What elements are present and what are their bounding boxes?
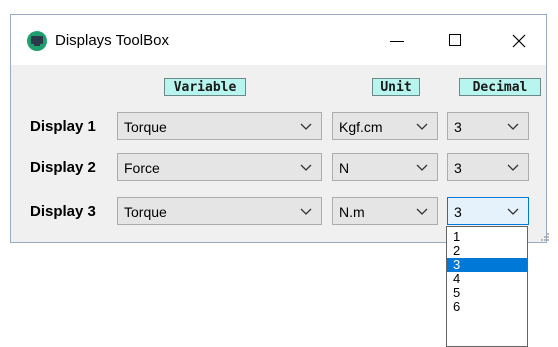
chevron-down-icon xyxy=(416,123,428,130)
display-3-variable-value: Torque xyxy=(124,204,167,220)
display-3-variable-select[interactable]: Torque xyxy=(117,197,322,225)
close-icon xyxy=(512,34,526,48)
chevron-down-icon xyxy=(416,164,428,171)
display-2-unit-select[interactable]: N xyxy=(332,153,438,181)
decimal-header: Decimal xyxy=(459,78,541,96)
decimal-option-selected[interactable]: 3 xyxy=(447,258,527,272)
display-3-decimal-select[interactable]: 3 xyxy=(447,197,529,225)
minimize-icon xyxy=(390,41,404,42)
chevron-down-icon xyxy=(300,123,312,130)
maximize-icon xyxy=(449,34,461,46)
display-3-unit-value: N.m xyxy=(339,204,365,220)
decimal-option[interactable]: 2 xyxy=(447,244,527,258)
display-2-variable-select[interactable]: Force xyxy=(117,153,322,181)
display-2-label: Display 2 xyxy=(30,159,96,176)
chevron-down-icon xyxy=(300,164,312,171)
decimal-option[interactable]: 1 xyxy=(447,230,527,244)
chevron-down-icon xyxy=(507,164,519,171)
display-1-unit-value: Kgf.cm xyxy=(339,119,383,135)
decimal-option[interactable]: 4 xyxy=(447,272,527,286)
title-bar[interactable]: Displays ToolBox xyxy=(11,15,546,65)
display-1-unit-select[interactable]: Kgf.cm xyxy=(332,112,438,140)
decimal-option[interactable]: 6 xyxy=(447,300,527,314)
display-3-unit-select[interactable]: N.m xyxy=(332,197,438,225)
display-1-variable-value: Torque xyxy=(124,119,167,135)
display-1-variable-select[interactable]: Torque xyxy=(117,112,322,140)
resize-grip-icon[interactable] xyxy=(540,232,550,242)
display-2-decimal-select[interactable]: 3 xyxy=(447,153,529,181)
display-2-variable-value: Force xyxy=(124,160,160,176)
close-button[interactable] xyxy=(496,15,542,65)
unit-header: Unit xyxy=(372,78,420,96)
chevron-down-icon xyxy=(416,208,428,215)
minimize-button[interactable] xyxy=(374,15,420,65)
chevron-down-icon xyxy=(300,208,312,215)
display-1-label: Display 1 xyxy=(30,118,96,135)
display-2-decimal-value: 3 xyxy=(454,160,462,176)
chevron-down-icon xyxy=(507,208,519,215)
decimal-dropdown-list[interactable]: 1 2 3 4 5 6 xyxy=(446,226,528,347)
variable-header: Variable xyxy=(164,78,246,96)
display-3-decimal-value: 3 xyxy=(454,204,462,220)
maximize-button[interactable] xyxy=(433,15,479,65)
display-1-decimal-value: 3 xyxy=(454,119,462,135)
display-2-unit-value: N xyxy=(339,160,350,176)
displays-toolbox-window: Displays ToolBox Variable Unit Decimal D… xyxy=(10,14,547,243)
monitor-app-icon xyxy=(27,31,47,51)
screen: Displays ToolBox Variable Unit Decimal D… xyxy=(0,0,558,347)
window-title: Displays ToolBox xyxy=(55,32,169,49)
chevron-down-icon xyxy=(507,123,519,130)
display-3-label: Display 3 xyxy=(30,203,96,220)
display-1-decimal-select[interactable]: 3 xyxy=(447,112,529,140)
decimal-option[interactable]: 5 xyxy=(447,286,527,300)
